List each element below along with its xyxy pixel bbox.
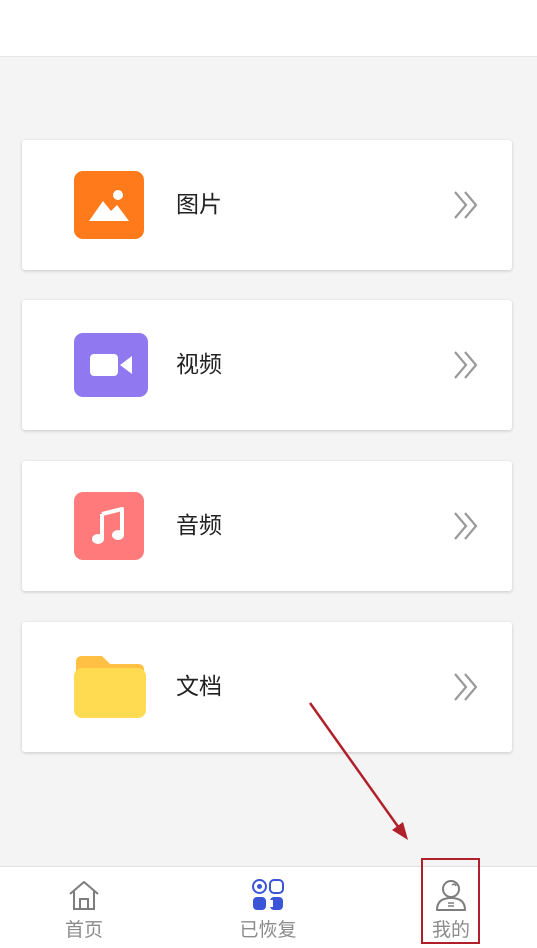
category-card-documents[interactable]: 文档 (22, 622, 512, 752)
category-card-videos[interactable]: 视频 (22, 300, 512, 430)
chevron-right-double-icon (454, 512, 478, 540)
music-note-icon (74, 492, 144, 560)
folder-icon (72, 654, 148, 720)
category-label: 文档 (176, 674, 222, 700)
tab-recovered[interactable]: 已恢复 (218, 867, 318, 948)
category-label: 图片 (176, 192, 222, 218)
top-bar (0, 0, 537, 57)
apps-grid-icon (252, 879, 284, 910)
category-label: 音频 (176, 513, 222, 539)
category-card-audio[interactable]: 音频 (22, 461, 512, 591)
tab-home[interactable]: 首页 (34, 867, 134, 948)
image-icon (74, 171, 144, 239)
annotation-highlight-box (421, 858, 480, 944)
tab-recovered-label: 已恢复 (239, 919, 297, 941)
category-card-images[interactable]: 图片 (22, 140, 512, 270)
video-camera-icon (74, 333, 148, 397)
tab-home-label: 首页 (64, 919, 103, 941)
chevron-right-double-icon (454, 673, 478, 701)
home-icon (69, 881, 99, 910)
category-label: 视频 (176, 352, 222, 378)
chevron-right-double-icon (454, 351, 478, 379)
chevron-right-double-icon (454, 191, 478, 219)
